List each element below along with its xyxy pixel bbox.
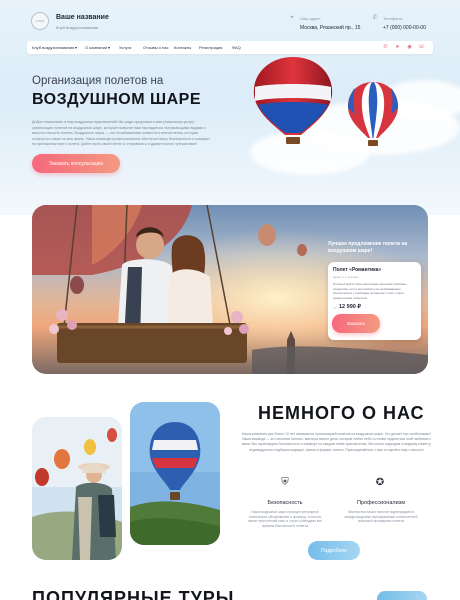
location-pin-icon: ⌖ [290,15,294,21]
address-label: Наш адрес [300,16,321,21]
chevron-down-icon: ▾ [75,45,78,50]
feature-title-safety: Безопасность [267,500,303,506]
hero-text: Добро пожаловать в мир воздушных приключ… [32,120,210,147]
offer-subname: Цена от 1 человек [333,275,359,279]
offer-card: Полет «Романтика» Цена от 1 человек Путе… [328,262,421,340]
offer-price-prefix: от [333,306,336,310]
award-icon: ✪ [375,477,385,488]
brand-subtitle: Клуб воздухоплавания [56,25,99,30]
whatsapp-icon[interactable]: ◉ [406,44,413,51]
viber-icon[interactable]: ☏ [418,44,425,51]
nav-item-about[interactable]: О компании [85,45,107,50]
hero-title: ВОЗДУШНОМ ШАРЕ [32,91,201,108]
site-header: LOGO Ваше название Клуб воздухоплавания … [0,0,460,40]
telegram-icon[interactable]: ➤ [394,44,401,51]
offer-name: Полет «Романтика» [333,267,382,273]
feature-title-professionalism: Профессионализм [357,500,405,506]
nav-item-registration[interactable]: Регистрация [199,45,222,50]
nav-item-services[interactable]: Услуги [119,45,131,50]
about-text: Наша компания уже более 10 лет занимаетс… [241,432,432,452]
about-photo-balloon [130,402,220,545]
nav-item-reviews[interactable]: Отзывы о нас [143,45,169,50]
phone-label: Телефоны [383,16,403,21]
phone-value[interactable]: +7 (000) 000-00-00 [383,25,426,31]
nav-item-faq[interactable]: ФАQ [232,45,241,50]
phone-icon: ✆ [372,15,378,21]
shield-icon: ⛨ [281,477,289,488]
address-value: Москва, Рязанский пр., 15 [300,25,361,31]
hot-air-balloon-image [253,57,333,144]
logo[interactable]: LOGO [31,12,49,30]
phone-icon[interactable]: ✆ [382,44,389,51]
nav-item-contacts[interactable]: Контакты [174,45,191,50]
feature-text-safety: Наши воздушные шары проходят регулярное … [248,510,322,528]
tours-title: ПОПУЛЯРНЫЕ ТУРЫ [32,588,235,600]
hot-air-balloon-image [347,82,399,146]
offer-heading: Лучшее предложение полета на воздушном ш… [328,241,408,254]
brand-name: Ваше название [56,14,109,21]
consultation-button[interactable]: Заказать консультацию [32,154,120,173]
more-button[interactable]: Подробнее [308,541,360,560]
about-photo-traveler [32,417,122,560]
hero-subtitle: Организация полетов на [32,75,164,87]
offer-price: 12 990 ₽ [339,304,361,310]
offer-description: Путешествуйте себе настоящим персонам лю… [333,282,407,300]
chevron-down-icon: ▾ [108,45,111,50]
main-nav: Клуб воздухоплавания ▾ О компании ▾ Услу… [27,41,433,54]
scroll-tab[interactable] [377,591,427,600]
nav-item-club[interactable]: Клуб воздухоплавания [32,45,74,50]
feature-text-professionalism: Мастерство наших пилотов подтверждается … [344,510,418,524]
order-button[interactable]: Заказать [332,314,380,333]
about-title: НЕМНОГО О НАС [258,403,425,423]
